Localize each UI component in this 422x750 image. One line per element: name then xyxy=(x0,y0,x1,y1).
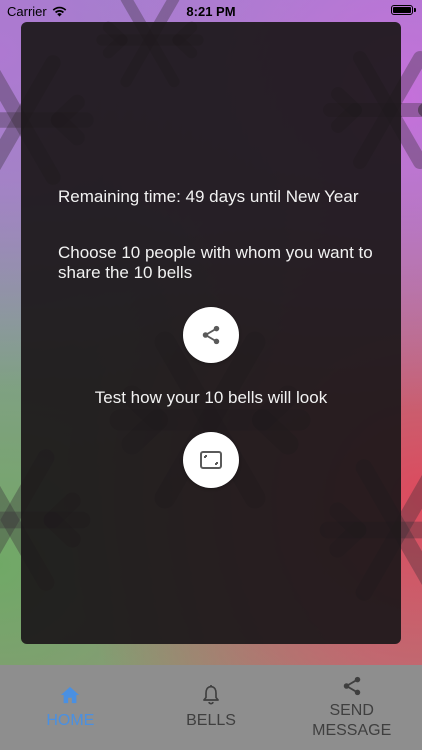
remaining-time-text: Remaining time: 49 days until New Year xyxy=(58,187,359,206)
share-icon xyxy=(343,676,360,696)
home-icon xyxy=(61,686,80,704)
tab-bells-label: BELLS xyxy=(186,712,236,729)
tab-home-label: HOME xyxy=(46,712,95,729)
home-icon-wrapper xyxy=(0,685,141,705)
main-card: Remaining time: 49 days until New Year C… xyxy=(21,22,401,644)
send-icon-wrapper xyxy=(281,675,422,697)
share-icon xyxy=(202,325,220,345)
bell-icon-wrapper xyxy=(141,684,282,706)
tab-bar: HOME BELLS SEND MESSAGE xyxy=(0,665,422,750)
battery-icon xyxy=(391,5,416,15)
choose-people-text: Choose 10 people with whom you want to s… xyxy=(58,243,373,282)
share-bells-button[interactable] xyxy=(183,307,239,363)
status-bar: Carrier 8:21 PM xyxy=(0,0,422,22)
clock: 8:21 PM xyxy=(186,4,236,19)
tab-home[interactable]: HOME xyxy=(0,665,141,750)
tab-bells[interactable]: BELLS xyxy=(141,665,282,750)
tab-send-message[interactable]: SEND MESSAGE xyxy=(281,665,422,750)
battery-fill xyxy=(393,7,411,13)
frame-preview-icon xyxy=(200,451,222,469)
bell-icon xyxy=(203,685,219,705)
tab-send-message-label: SEND MESSAGE xyxy=(312,702,392,739)
test-bells-text: Test how your 10 bells will look xyxy=(94,388,328,407)
preview-bells-button[interactable] xyxy=(183,432,239,488)
